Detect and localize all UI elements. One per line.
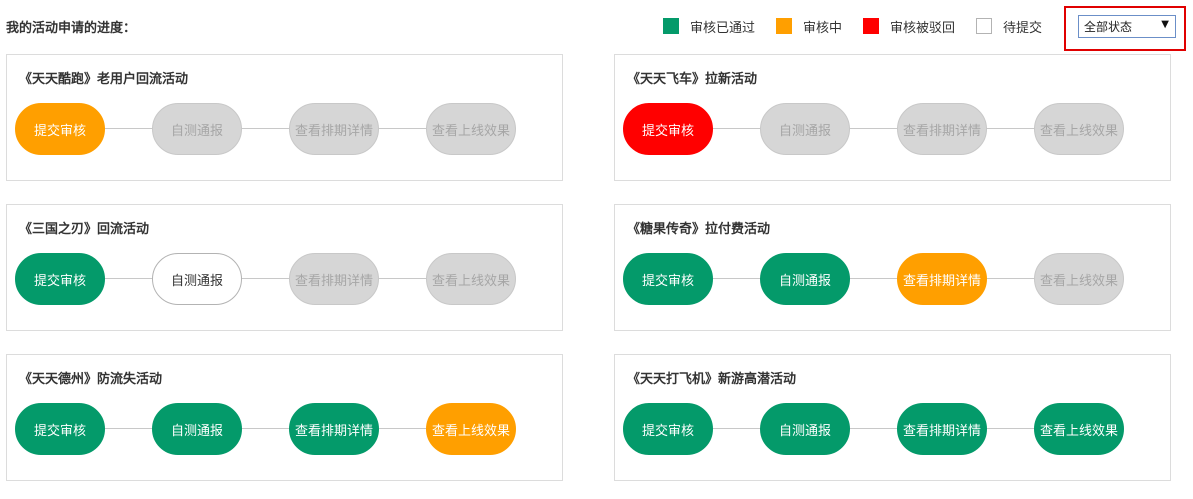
activity-card: 《糖果传奇》拉付费活动 提交审核 自测通报 查看排期详情 查看上线效果 — [614, 204, 1171, 331]
status-legend: 审核已通过 审核中 审核被驳回 待提交 — [663, 15, 1063, 37]
activity-title: 《天天飞车》拉新活动 — [627, 72, 758, 87]
legend-label-rejected: 审核被驳回 — [890, 20, 956, 36]
step-self-test-report[interactable]: 自测通报 — [152, 103, 242, 155]
legend-swatch-reviewing — [776, 18, 793, 34]
legend-item-reviewing: 审核中 — [776, 17, 842, 36]
legend-swatch-pending — [976, 18, 993, 34]
progress-connector — [667, 278, 1079, 279]
legend-swatch-approved — [663, 18, 679, 34]
status-filter-select[interactable]: 全部状态 ▼ — [1078, 15, 1176, 38]
activity-card: 《天天德州》防流失活动 提交审核 自测通报 查看排期详情 查看上线效果 — [6, 354, 563, 481]
step-view-results[interactable]: 查看上线效果 — [1034, 403, 1124, 455]
activity-title: 《三国之刃》回流活动 — [19, 222, 150, 237]
step-view-schedule[interactable]: 查看排期详情 — [289, 103, 379, 155]
page-title: 我的活动申请的进度： — [6, 21, 137, 36]
step-view-results[interactable]: 查看上线效果 — [426, 103, 516, 155]
step-submit-review[interactable]: 提交审核 — [15, 253, 105, 305]
step-submit-review[interactable]: 提交审核 — [623, 253, 713, 305]
step-view-schedule[interactable]: 查看排期详情 — [897, 403, 987, 455]
progress-connector — [59, 428, 471, 429]
legend-label-reviewing: 审核中 — [803, 20, 843, 36]
step-self-test-report[interactable]: 自测通报 — [760, 403, 850, 455]
step-view-schedule[interactable]: 查看排期详情 — [897, 253, 987, 305]
activity-card: 《天天打飞机》新游高潜活动 提交审核 自测通报 查看排期详情 查看上线效果 — [614, 354, 1171, 481]
activity-title: 《天天打飞机》新游高潜活动 — [627, 372, 797, 387]
activity-card: 《三国之刃》回流活动 提交审核 自测通报 查看排期详情 查看上线效果 — [6, 204, 563, 331]
step-view-results[interactable]: 查看上线效果 — [426, 253, 516, 305]
legend-swatch-rejected — [863, 18, 880, 34]
progress-steps: 提交审核 自测通报 查看排期详情 查看上线效果 — [623, 103, 1124, 155]
progress-steps: 提交审核 自测通报 查看排期详情 查看上线效果 — [623, 403, 1124, 455]
legend-item-approved: 审核已通过 — [663, 17, 755, 36]
step-submit-review[interactable]: 提交审核 — [15, 103, 105, 155]
activity-title: 《天天德州》防流失活动 — [19, 372, 163, 387]
progress-steps: 提交审核 自测通报 查看排期详情 查看上线效果 — [623, 253, 1124, 305]
step-view-schedule[interactable]: 查看排期详情 — [289, 253, 379, 305]
step-self-test-report[interactable]: 自测通报 — [760, 253, 850, 305]
progress-connector — [667, 428, 1079, 429]
step-view-schedule[interactable]: 查看排期详情 — [289, 403, 379, 455]
step-submit-review[interactable]: 提交审核 — [15, 403, 105, 455]
legend-item-rejected: 审核被驳回 — [863, 17, 955, 36]
activity-title: 《天天酷跑》老用户回流活动 — [19, 72, 189, 87]
activity-card: 《天天酷跑》老用户回流活动 提交审核 自测通报 查看排期详情 查看上线效果 — [6, 54, 563, 181]
chevron-down-icon: ▼ — [1161, 19, 1169, 30]
step-view-results[interactable]: 查看上线效果 — [1034, 253, 1124, 305]
progress-connector — [59, 278, 471, 279]
step-self-test-report[interactable]: 自测通报 — [760, 103, 850, 155]
step-view-results[interactable]: 查看上线效果 — [426, 403, 516, 455]
legend-item-pending: 待提交 — [976, 17, 1042, 36]
progress-steps: 提交审核 自测通报 查看排期详情 查看上线效果 — [15, 253, 516, 305]
step-submit-review[interactable]: 提交审核 — [623, 103, 713, 155]
step-view-results[interactable]: 查看上线效果 — [1034, 103, 1124, 155]
legend-label-approved: 审核已通过 — [690, 20, 756, 36]
step-view-schedule[interactable]: 查看排期详情 — [897, 103, 987, 155]
step-self-test-report[interactable]: 自测通报 — [152, 253, 242, 305]
step-submit-review[interactable]: 提交审核 — [623, 403, 713, 455]
step-self-test-report[interactable]: 自测通报 — [152, 403, 242, 455]
activity-title: 《糖果传奇》拉付费活动 — [627, 222, 771, 237]
progress-connector — [59, 128, 471, 129]
legend-label-pending: 待提交 — [1003, 20, 1043, 36]
activity-card: 《天天飞车》拉新活动 提交审核 自测通报 查看排期详情 查看上线效果 — [614, 54, 1171, 181]
progress-steps: 提交审核 自测通报 查看排期详情 查看上线效果 — [15, 403, 516, 455]
progress-steps: 提交审核 自测通报 查看排期详情 查看上线效果 — [15, 103, 516, 155]
status-filter-value: 全部状态 — [1084, 20, 1133, 34]
progress-connector — [667, 128, 1079, 129]
